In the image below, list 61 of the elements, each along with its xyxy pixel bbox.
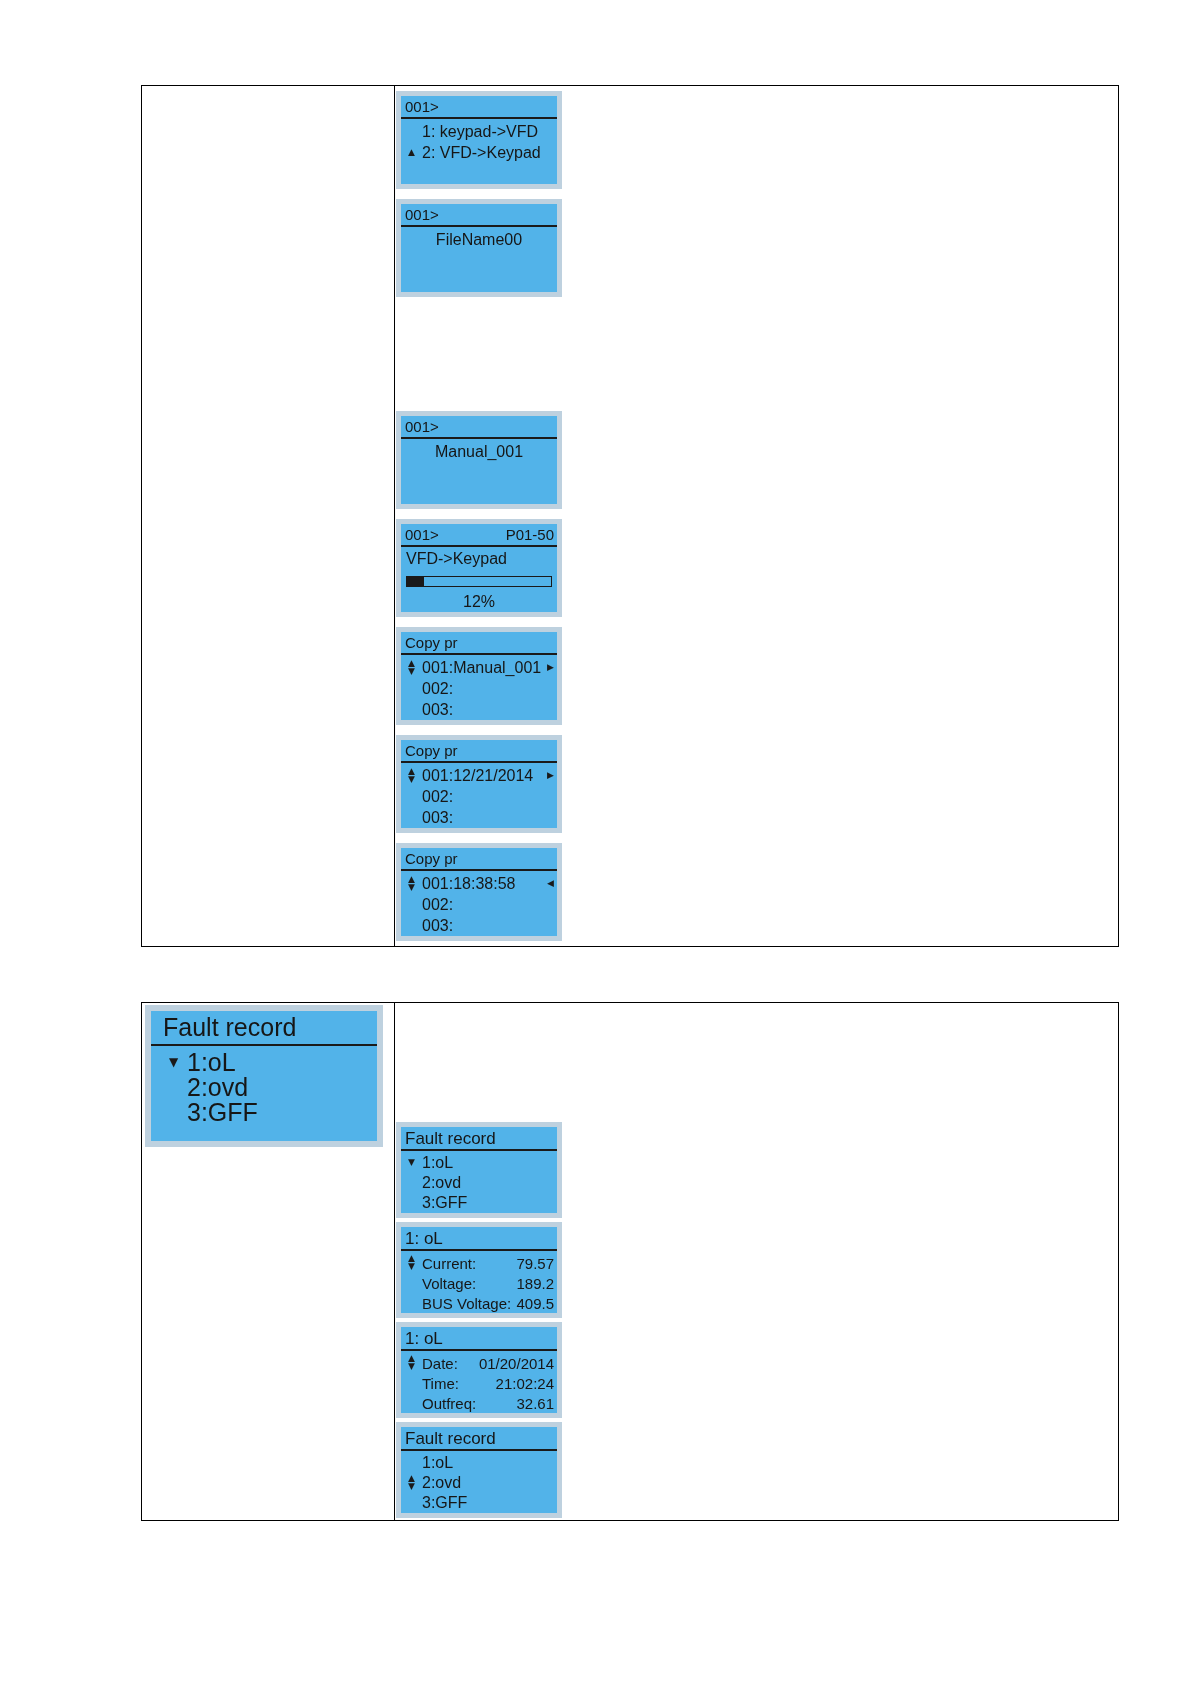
record-value: 189.2 [515,1275,554,1291]
screen-title: 001> [405,419,439,434]
screen-title: 001> [405,527,439,542]
cursor-icon: ▲▼ [408,659,417,676]
progress-percent: 12% [463,593,495,610]
display-line: 2:ovd [422,1475,462,1491]
screen-title: Copy pr [405,743,458,758]
cursor-icon: ▲▼ [408,1475,417,1491]
triangle-icon: ▶ [547,771,554,780]
cursor-icon: ▼ [169,1057,181,1068]
screen-title: Fault record [163,1015,297,1040]
record-value: 21:02:24 [494,1375,554,1391]
record-value: 01/20/2014 [477,1355,554,1371]
display-line: 002: [422,788,454,805]
display-line: 1:oL [187,1050,236,1075]
cursor-icon: ▲▼ [408,1255,417,1271]
screen-title: Copy pr [405,851,458,866]
record-value: 79.57 [515,1255,554,1271]
cursor-icon: ▲ [408,148,417,157]
display-line: 002: [422,680,454,697]
record-value: 409.5 [515,1295,554,1311]
display-line: 001:Manual_001 [422,659,542,676]
display-line: 2:ovd [187,1075,249,1100]
screen-title: Fault record [405,1429,496,1447]
screen-title: Copy pr [405,635,458,650]
cursor-icon: ▲▼ [408,1355,417,1371]
status-text: VFD->Keypad [406,550,507,567]
record-label: Time: [422,1375,459,1391]
cursor-icon: ▲▼ [408,875,417,892]
display-line: 1:oL [422,1155,454,1171]
display-line: 001:12/21/2014 [422,767,534,784]
record-label: BUS Voltage: [422,1295,512,1311]
display-line: 3:GFF [422,1495,468,1511]
display-line: 1:oL [422,1455,454,1471]
display-line: 3:GFF [187,1100,258,1125]
screen-title: 1: oL [405,1229,443,1247]
record-label: Current: [422,1255,477,1271]
display-line: 2:ovd [422,1175,462,1191]
screen-title: 1: oL [405,1329,443,1347]
file-name: FileName00 [435,231,523,248]
cursor-icon: ▲▼ [408,767,417,784]
display-line: 003: [422,701,454,718]
screen-title: 001> [405,207,439,222]
display-line: 003: [422,809,454,826]
display-line: 003: [422,917,454,934]
triangle-icon: ◀ [547,879,554,888]
record-label: Voltage: [422,1275,477,1291]
record-label: Date: [422,1355,458,1371]
display-line: 2: VFD->Keypad [422,144,541,161]
display-line: 3:GFF [422,1195,468,1211]
file-name: Manual_001 [434,443,524,460]
screen-title: 001> [405,99,439,114]
cursor-icon: ▼ [408,1159,417,1167]
parameter-code: P01-50 [505,527,554,542]
display-line: 001:18:38:58 [422,875,516,892]
display-line: 1: keypad->VFD [422,123,539,140]
screen-title: Fault record [405,1129,496,1147]
display-line: 002: [422,896,454,913]
record-value: 32.61 [515,1395,554,1411]
record-label: Outfreq: [422,1395,477,1411]
triangle-icon: ▶ [547,663,554,672]
